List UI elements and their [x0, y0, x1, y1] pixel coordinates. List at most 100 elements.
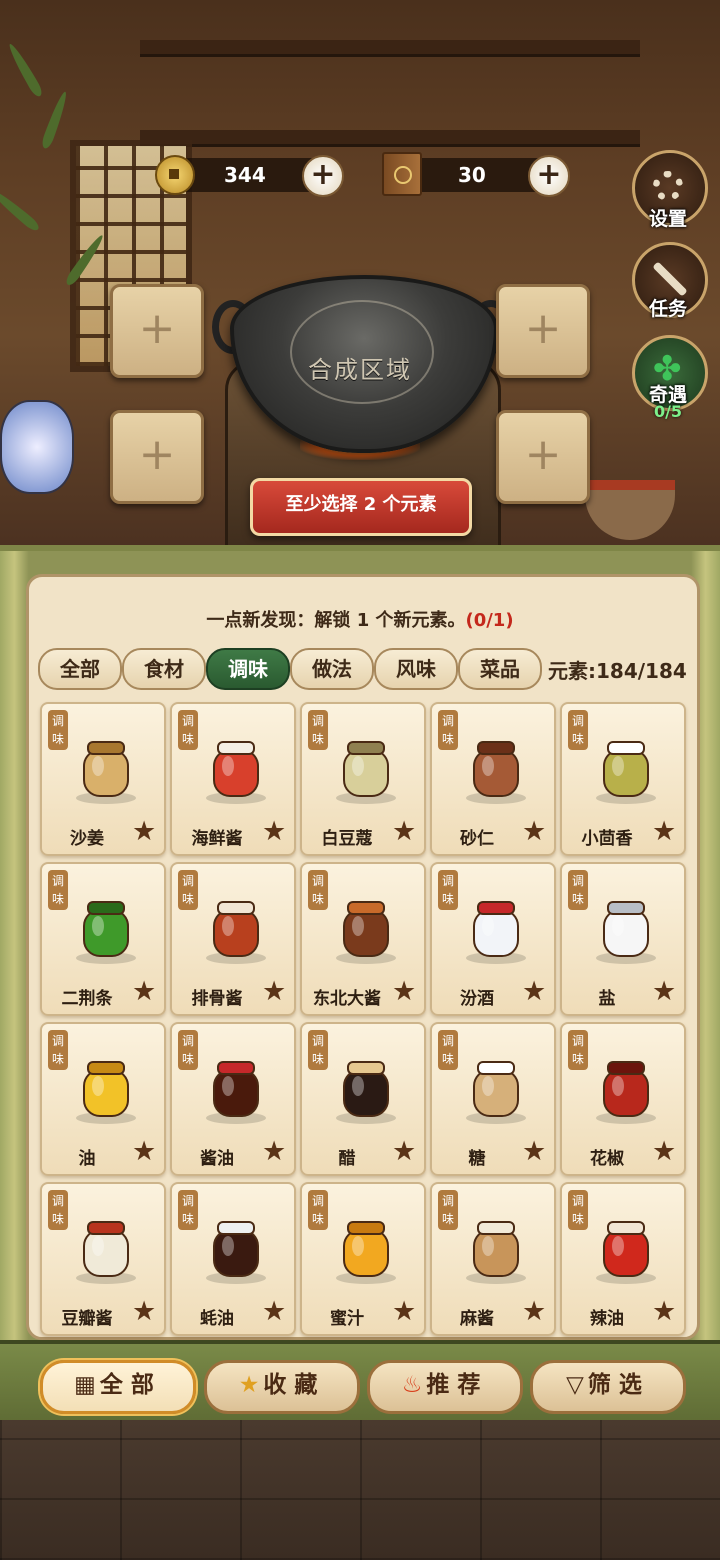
- coin-amount: 344: [224, 163, 266, 187]
- ingredient-slot-3[interactable]: +: [110, 410, 204, 504]
- element-card[interactable]: 调味豆瓣酱 ★: [40, 1182, 166, 1336]
- ginger-icon: [68, 732, 144, 808]
- category-tag: 调味: [568, 870, 588, 910]
- favorite-star-icon[interactable]: ★: [132, 1297, 156, 1327]
- element-name: 汾酒: [460, 989, 494, 1009]
- category-tag: 调味: [48, 870, 68, 910]
- ingredient-slot-4[interactable]: +: [496, 410, 590, 504]
- element-card[interactable]: 调味海鲜酱 ★: [170, 702, 296, 856]
- nav-all-label: 全部: [99, 1372, 162, 1398]
- element-card[interactable]: 调味白豆蔻 ★: [300, 702, 426, 856]
- favorite-star-icon[interactable]: ★: [392, 977, 416, 1007]
- discovery-text: 一点新发现：解锁 1 个新元素。: [206, 610, 466, 631]
- oyster-sauce-bottle-icon: [198, 1212, 274, 1288]
- plus-icon: +: [138, 429, 176, 480]
- plus-icon: +: [524, 303, 562, 354]
- nav-filter-button[interactable]: ▽ 筛选: [530, 1360, 686, 1414]
- category-tag: 调味: [308, 710, 328, 750]
- element-card[interactable]: 调味蚝油 ★: [170, 1182, 296, 1336]
- favorite-star-icon[interactable]: ★: [392, 1297, 416, 1327]
- favorite-star-icon[interactable]: ★: [652, 977, 676, 1007]
- element-card[interactable]: 调味二荆条 ★: [40, 862, 166, 1016]
- category-tag: 调味: [308, 1030, 328, 1070]
- add-books-button[interactable]: +: [528, 155, 570, 197]
- recipe-book-icon: [382, 152, 422, 196]
- tab-flavors[interactable]: 风味: [374, 648, 458, 690]
- favorite-star-icon[interactable]: ★: [132, 977, 156, 1007]
- plus-icon: +: [524, 429, 562, 480]
- element-card[interactable]: 调味醋 ★: [300, 1022, 426, 1176]
- tasks-label: 任务: [648, 298, 687, 320]
- favorite-star-icon[interactable]: ★: [652, 1137, 676, 1167]
- category-tag: 调味: [568, 710, 588, 750]
- tab-methods[interactable]: 做法: [290, 648, 374, 690]
- favorite-star-icon[interactable]: ★: [262, 1137, 286, 1167]
- salt-shaker-icon: [588, 892, 664, 968]
- category-tag: 调味: [178, 870, 198, 910]
- element-card[interactable]: 调味糖 ★: [430, 1022, 556, 1176]
- element-name: 砂仁: [460, 829, 494, 849]
- tab-ingredients[interactable]: 食材: [122, 648, 206, 690]
- soy-sauce-bottle-icon: [198, 1052, 274, 1128]
- porcelain-jar: [0, 400, 74, 494]
- chili-bowl: [585, 480, 675, 540]
- element-name: 花椒: [590, 1149, 624, 1169]
- element-card[interactable]: 调味蜜汁 ★: [300, 1182, 426, 1336]
- element-card[interactable]: 调味小茴香 ★: [560, 702, 686, 856]
- favorite-star-icon[interactable]: ★: [132, 1137, 156, 1167]
- element-card[interactable]: 调味盐 ★: [560, 862, 686, 1016]
- element-name: 白豆蔻: [321, 829, 373, 849]
- favorite-star-icon[interactable]: ★: [262, 817, 286, 847]
- nav-all-button[interactable]: ▦ 全部: [40, 1360, 196, 1414]
- element-card[interactable]: 调味排骨酱 ★: [170, 862, 296, 1016]
- nav-recommend-button[interactable]: ♨ 推荐: [367, 1360, 523, 1414]
- bamboo-leaf: [5, 41, 45, 99]
- element-name: 海鲜酱: [191, 829, 243, 849]
- element-card[interactable]: 调味东北大酱 ★: [300, 862, 426, 1016]
- favorite-star-icon[interactable]: ★: [262, 977, 286, 1007]
- element-name: 蚝油: [200, 1309, 234, 1329]
- category-tag: 调味: [178, 710, 198, 750]
- discovery-banner: 一点新发现：解锁 1 个新元素。(0/1): [26, 606, 694, 632]
- add-coins-button[interactable]: +: [302, 155, 344, 197]
- ingredient-slot-1[interactable]: +: [110, 284, 204, 378]
- favorite-star-icon[interactable]: ★: [262, 1297, 286, 1327]
- category-tag: 调味: [438, 870, 458, 910]
- category-tag: 调味: [48, 1190, 68, 1230]
- sichuan-pepper-icon: [588, 1052, 664, 1128]
- favorite-star-icon[interactable]: ★: [522, 817, 546, 847]
- element-card[interactable]: 调味花椒 ★: [560, 1022, 686, 1176]
- fennel-bowl-icon: [588, 732, 664, 808]
- element-card[interactable]: 调味油 ★: [40, 1022, 166, 1176]
- element-card[interactable]: 调味砂仁 ★: [430, 702, 556, 856]
- favorite-star-icon[interactable]: ★: [652, 817, 676, 847]
- favorite-star-icon[interactable]: ★: [522, 977, 546, 1007]
- category-tag: 调味: [308, 1190, 328, 1230]
- category-tag: 调味: [178, 1190, 198, 1230]
- coin-icon: [155, 155, 195, 195]
- category-tag: 调味: [48, 710, 68, 750]
- element-card[interactable]: 调味沙姜 ★: [40, 702, 166, 856]
- element-card[interactable]: 调味酱油 ★: [170, 1022, 296, 1176]
- favorite-star-icon[interactable]: ★: [522, 1137, 546, 1167]
- category-tag: 调味: [48, 1030, 68, 1070]
- fire-icon: ♨: [401, 1372, 423, 1398]
- tab-all[interactable]: 全部: [38, 648, 122, 690]
- element-card[interactable]: 调味汾酒 ★: [430, 862, 556, 1016]
- encounter-progress: 0/5: [653, 402, 683, 421]
- cardamom-icon: [328, 732, 404, 808]
- favorite-star-icon[interactable]: ★: [132, 817, 156, 847]
- tab-dishes[interactable]: 菜品: [458, 648, 542, 690]
- ingredient-slot-2[interactable]: +: [496, 284, 590, 378]
- favorite-star-icon[interactable]: ★: [392, 1137, 416, 1167]
- nav-favorites-button[interactable]: ★ 收藏: [204, 1360, 360, 1414]
- rib-sauce-jar-icon: [198, 892, 274, 968]
- sesame-paste-jar-icon: [458, 1212, 534, 1288]
- element-name: 辣油: [590, 1309, 624, 1329]
- favorite-star-icon[interactable]: ★: [392, 817, 416, 847]
- element-card[interactable]: 调味麻酱 ★: [430, 1182, 556, 1336]
- element-card[interactable]: 调味辣油 ★: [560, 1182, 686, 1336]
- tab-seasoning[interactable]: 调味: [206, 648, 290, 690]
- favorite-star-icon[interactable]: ★: [522, 1297, 546, 1327]
- favorite-star-icon[interactable]: ★: [652, 1297, 676, 1327]
